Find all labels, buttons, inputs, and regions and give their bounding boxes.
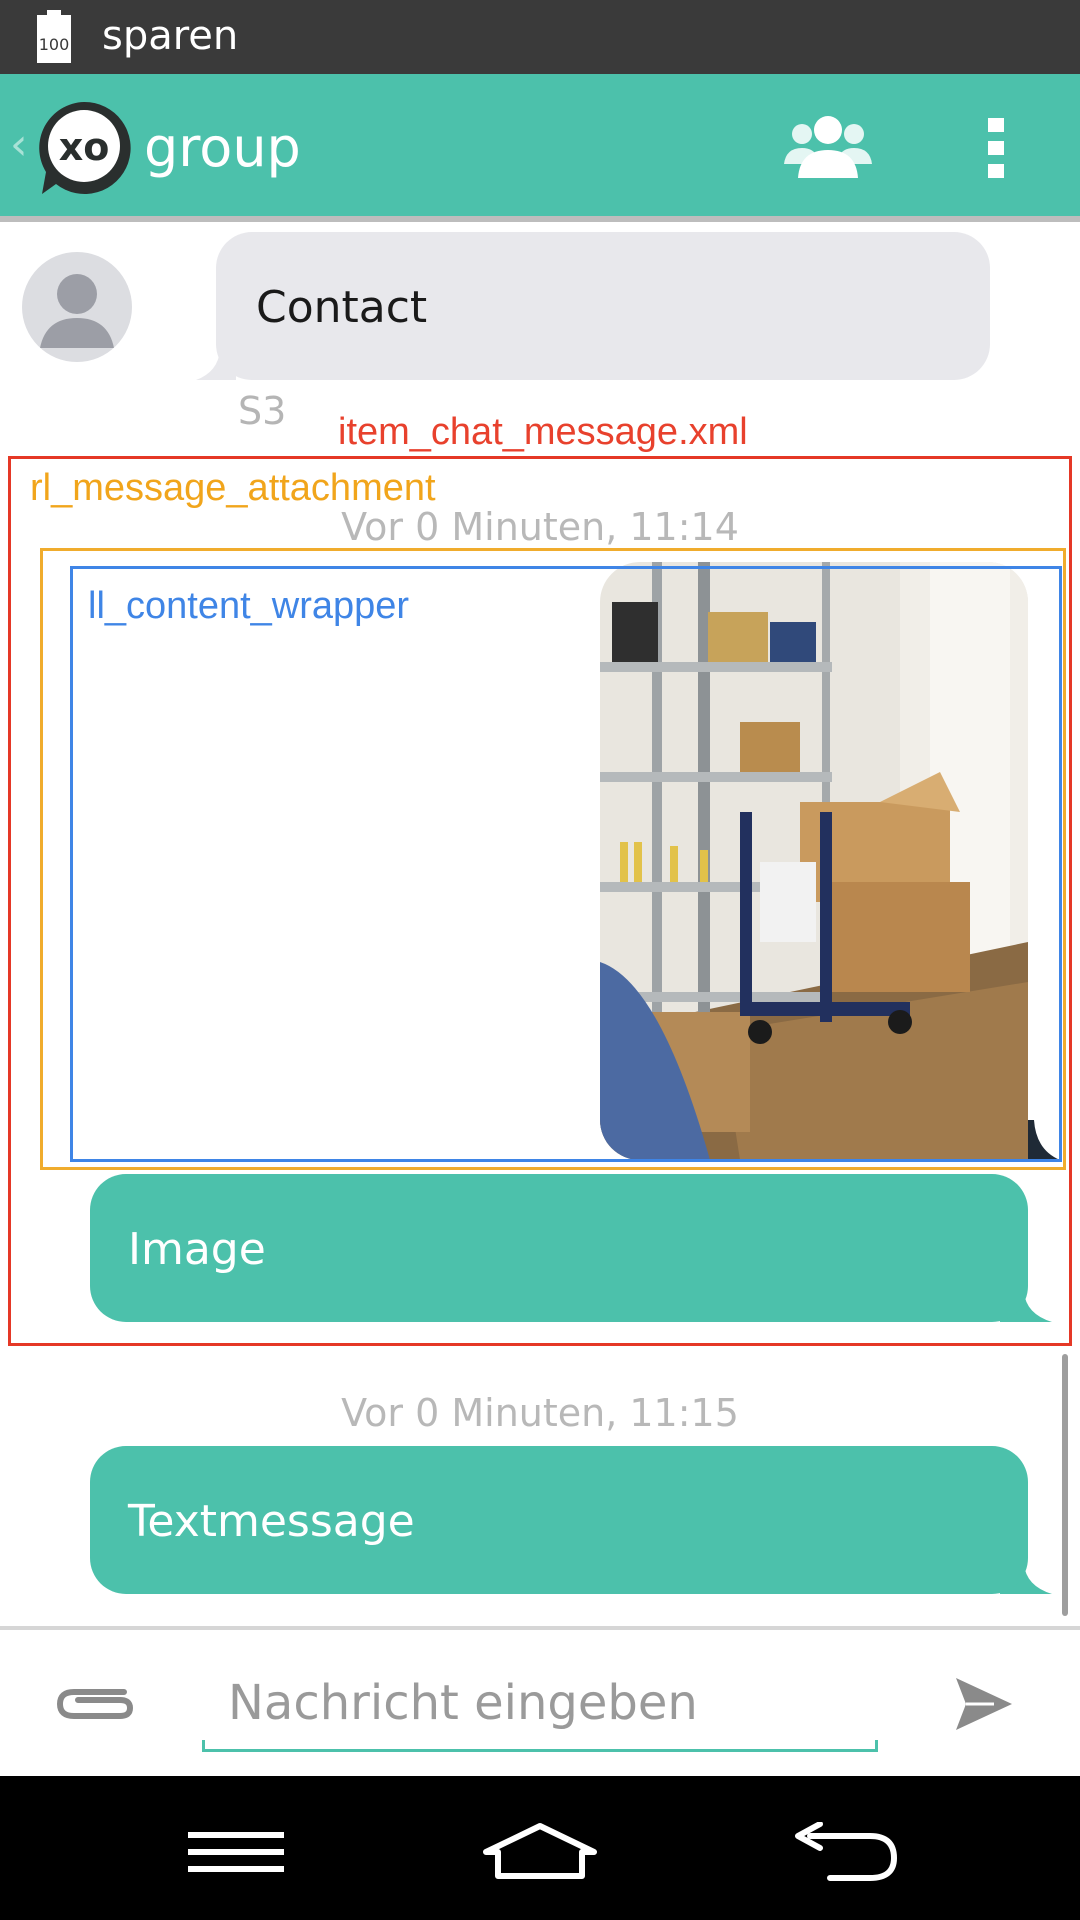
back-chevron-icon[interactable]: ‹	[10, 120, 28, 170]
send-icon[interactable]	[954, 1676, 1014, 1732]
message-input[interactable]	[204, 1666, 876, 1740]
chat-scrollbar[interactable]	[1062, 1354, 1068, 1616]
back-icon[interactable]	[790, 1822, 900, 1882]
debug-item-label: item_chat_message.xml	[338, 411, 748, 453]
avatar[interactable]	[22, 252, 132, 362]
status-text: sparen	[102, 13, 239, 59]
app-logo-icon[interactable]: xo	[34, 98, 134, 198]
home-icon[interactable]	[482, 1822, 598, 1880]
svg-text:100: 100	[39, 35, 70, 54]
message-input-underline	[202, 1740, 878, 1752]
message-timestamp: Vor 0 Minuten, 11:15	[341, 1391, 739, 1435]
debug-content-wrapper-label: ll_content_wrapper	[88, 585, 410, 627]
action-bar-shadow	[0, 216, 1080, 222]
battery-icon: 100	[37, 10, 71, 63]
menu-icon[interactable]	[188, 1828, 284, 1876]
paperclip-icon[interactable]	[54, 1678, 138, 1728]
debug-content-wrapper-box	[70, 566, 1062, 1162]
message-timestamp: Vor 0 Minuten, 11:14	[341, 505, 739, 549]
chat-title[interactable]: group	[144, 114, 301, 182]
overflow-menu-icon[interactable]	[984, 116, 1008, 180]
incoming-message-text: Contact	[256, 282, 428, 333]
svg-text:xo: xo	[59, 125, 110, 169]
avatar-person-icon	[40, 274, 114, 348]
sender-name: S3	[238, 389, 287, 433]
text-message-text: Textmessage	[128, 1496, 415, 1547]
image-caption-text: Image	[128, 1224, 266, 1275]
group-icon[interactable]	[780, 112, 876, 184]
